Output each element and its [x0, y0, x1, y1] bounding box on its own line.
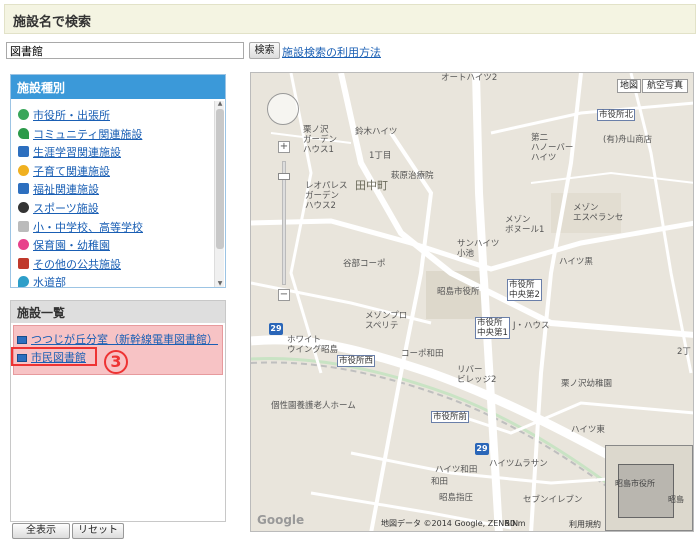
- wheelchair-icon: [18, 183, 29, 195]
- map-label: 田中町: [355, 179, 388, 192]
- page-title: 施設名で検索: [13, 15, 92, 30]
- laptop-icon: [18, 146, 29, 158]
- category-item-water[interactable]: 水道部: [11, 274, 217, 287]
- pan-control-icon[interactable]: [267, 93, 299, 125]
- category-item-other-public[interactable]: その他の公共施設: [11, 256, 217, 275]
- map-label: セブンイレブン: [523, 495, 583, 505]
- flower-icon: [18, 239, 29, 251]
- building-icon: [18, 257, 29, 269]
- category-item-community[interactable]: コミュニティ関連施設: [11, 126, 217, 145]
- category-scrollbar[interactable]: ▲ ▼: [214, 101, 224, 287]
- show-all-button[interactable]: 全表示: [12, 523, 70, 539]
- map-label: レオパレス ガーデン ハウス2: [305, 181, 348, 211]
- reset-button[interactable]: リセット: [72, 523, 124, 539]
- search-help-link[interactable]: 施設検索の利用方法: [282, 44, 381, 60]
- category-item-welfare[interactable]: 福祉関連施設: [11, 181, 217, 200]
- route-number-sign: 29: [269, 323, 283, 335]
- map-label: メゾン ボヌール1: [505, 215, 545, 235]
- facility-list-panel: 施設一覧 つつじが丘分室（新幹線電車図書館） 市民図書館: [10, 300, 226, 522]
- map-label: ハイツ和田: [435, 465, 478, 475]
- map-type-map-button[interactable]: 地図: [617, 79, 641, 93]
- overview-label: 昭島: [668, 495, 684, 504]
- bus-stop-label[interactable]: 市役所 中央第2: [507, 279, 542, 301]
- map-label: ハイツ東: [571, 425, 605, 435]
- map-label: 栗ノ沢幼稚園: [561, 379, 613, 389]
- callout-number: 3: [104, 350, 128, 374]
- map-label: J・ハウス: [513, 321, 550, 331]
- search-button[interactable]: 検索: [249, 42, 280, 59]
- bus-stop-label[interactable]: 市役所北: [597, 109, 636, 121]
- map-label: メゾン エスペランセ: [573, 203, 624, 223]
- map-label: ハイツムラサン: [489, 459, 548, 469]
- scrollbar-thumb[interactable]: [216, 109, 224, 249]
- water-drop-icon: [18, 276, 29, 287]
- overview-label: 昭島市役所: [615, 479, 655, 488]
- scroll-up-icon[interactable]: ▲: [216, 101, 224, 107]
- category-panel-title: 施設種別: [11, 75, 225, 99]
- bus-stop-label[interactable]: 市役所西: [337, 355, 376, 367]
- map-label: 昭島市役所: [437, 287, 480, 297]
- map-label: オートハイツ2: [441, 73, 498, 83]
- map-label: ホワイト ウイング昭島: [287, 335, 339, 355]
- zoom-out-button[interactable]: −: [278, 289, 290, 301]
- page-header: 施設名で検索: [4, 4, 696, 34]
- map-attribution: 地図データ ©2014 Google, ZENRIN: [381, 519, 519, 528]
- selection-highlight-box: [11, 347, 97, 366]
- map-view[interactable]: 地図 航空写真 + − オートハイツ2 栗ノ沢 ガーデン ハウス1 鈴木ハイツ 1丁…: [250, 72, 694, 532]
- map-label: コーポ和田: [401, 349, 444, 359]
- map-label: 栗ノ沢 ガーデン ハウス1: [303, 125, 338, 155]
- map-scale: 50 m: [505, 519, 526, 528]
- category-item-sports[interactable]: スポーツ施設: [11, 200, 217, 219]
- map-label: 1丁目: [369, 151, 392, 161]
- map-label: 個性園養護老人ホーム: [271, 401, 356, 411]
- category-item-city-office[interactable]: 市役所・出張所: [11, 107, 217, 126]
- bus-stop-label[interactable]: 市役所 中央第1: [475, 317, 510, 339]
- google-logo: Google: [257, 513, 305, 527]
- map-label: 萩原治療院: [391, 171, 434, 181]
- map-label: 鈴木ハイツ: [355, 127, 398, 137]
- map-label: ハイツ黒: [559, 257, 593, 267]
- map-label: メゾンプロ スペリテ: [365, 311, 408, 331]
- category-item-schools[interactable]: 小・中学校、高等学校: [11, 219, 217, 238]
- soccer-ball-icon: [18, 201, 29, 213]
- bus-stop-label[interactable]: 市役所前: [431, 411, 470, 423]
- category-list: 市役所・出張所 コミュニティ関連施設 生涯学習関連施設 子育て関連施設 福祉関連…: [11, 107, 217, 287]
- map-label: サンハイツ 小池: [457, 239, 500, 259]
- map-label: 第二 ハノーバー ハイツ: [531, 133, 574, 163]
- category-item-childcare[interactable]: 子育て関連施設: [11, 163, 217, 182]
- child-icon: [18, 164, 29, 176]
- sprout-icon: [18, 127, 29, 139]
- zoom-slider-handle[interactable]: [278, 173, 290, 180]
- school-icon: [18, 220, 29, 232]
- scroll-down-icon[interactable]: ▼: [216, 281, 224, 287]
- category-item-nursery[interactable]: 保育園・幼稚園: [11, 237, 217, 256]
- globe-icon: [18, 109, 29, 120]
- laptop-icon: [17, 336, 27, 344]
- map-label: 昭島指圧: [439, 493, 474, 503]
- category-panel: 施設種別 市役所・出張所 コミュニティ関連施設 生涯学習関連施設 子育て関連施設…: [10, 74, 226, 288]
- map-type-satellite-button[interactable]: 航空写真: [642, 79, 688, 93]
- facility-item-tsutsujigaoka[interactable]: つつじが丘分室（新幹線電車図書館）: [17, 331, 218, 347]
- zoom-in-button[interactable]: +: [278, 141, 290, 153]
- search-input[interactable]: [6, 42, 244, 59]
- overview-viewport: [618, 464, 674, 518]
- route-number-sign: 29: [475, 443, 489, 455]
- terms-link[interactable]: 利用規約: [569, 519, 601, 530]
- map-label: 谷部コーポ: [343, 259, 386, 269]
- map-label: 2丁: [677, 347, 691, 357]
- map-label: リバー ビレッジ2: [457, 365, 497, 385]
- category-item-lifelong-learning[interactable]: 生涯学習関連施設: [11, 144, 217, 163]
- map-label: 和田: [431, 477, 449, 487]
- overview-map[interactable]: 昭島市役所 昭島: [605, 445, 693, 531]
- map-label: (有)舟山商店: [603, 135, 653, 145]
- facility-list-title: 施設一覧: [11, 301, 225, 323]
